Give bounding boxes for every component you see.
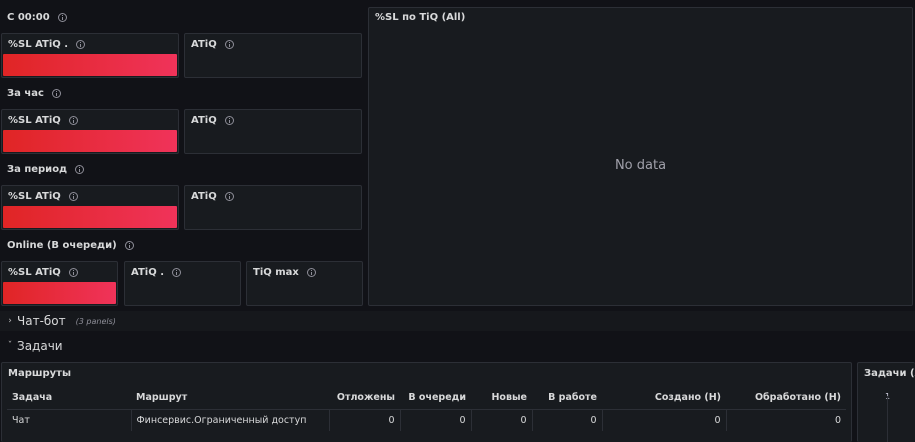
panel-title: %SL по TiQ (All)	[375, 12, 466, 23]
column-header[interactable]: Обработано (Н)	[726, 387, 846, 410]
column-header[interactable]: Маршрут	[131, 387, 329, 410]
row-title-label: С 00:00	[7, 12, 50, 23]
row-title-since-midnight: С 00:00	[7, 12, 67, 23]
y-axis-line	[887, 396, 888, 442]
table-cell: 0	[329, 409, 401, 431]
info-icon[interactable]	[57, 13, 67, 22]
table-panel-routes[interactable]: Маршруты Задача Маршрут Отложены В очере…	[1, 362, 852, 442]
stat-panel-atiq-2[interactable]: ATiQ	[184, 109, 362, 154]
panel-title: Задачи (All)	[864, 368, 915, 379]
info-icon[interactable]	[68, 116, 78, 125]
section-chatbot[interactable]: › Чат-бот (3 panels)	[0, 311, 915, 331]
row-title-label: За период	[7, 164, 68, 175]
info-icon[interactable]	[68, 268, 78, 277]
info-icon[interactable]	[124, 241, 134, 250]
chevron-down-icon[interactable]: ˇ	[5, 341, 15, 351]
row-title-online: Online (В очереди)	[7, 240, 134, 251]
column-header[interactable]: Создано (Н)	[602, 387, 726, 410]
chevron-right-icon[interactable]: ›	[5, 316, 15, 326]
stat-panel-sl-atiq-3[interactable]: %SL ATiQ	[1, 185, 179, 230]
column-header[interactable]: В работе	[532, 387, 602, 410]
table-row[interactable]: Чат Финсервис.Ограниченный доступ 0 0 0 …	[7, 409, 846, 431]
table-cell: 0	[471, 409, 533, 431]
gauge-bar	[3, 206, 177, 228]
info-icon[interactable]	[51, 89, 61, 98]
column-header[interactable]: Задача	[7, 387, 131, 410]
section-title: Чат-бот	[17, 314, 66, 328]
panel-title: TiQ max	[253, 267, 299, 278]
panel-title: ATiQ	[191, 115, 217, 126]
gauge-bar	[3, 130, 177, 152]
row-title-per-period: За период	[7, 164, 85, 175]
no-data-message: No data	[614, 158, 667, 173]
table-cell: 0	[400, 409, 472, 431]
stat-panel-tiq-max[interactable]: TiQ max	[246, 261, 363, 306]
table-cell: 0	[602, 409, 727, 431]
row-title-label: Online (В очереди)	[7, 240, 117, 251]
info-icon[interactable]	[224, 116, 234, 125]
panel-title: %SL ATiQ	[8, 191, 61, 202]
info-icon[interactable]	[224, 192, 234, 201]
stat-panel-sl-atiq-4[interactable]: %SL ATiQ	[1, 261, 118, 306]
info-icon[interactable]	[306, 268, 316, 277]
routes-table: Задача Маршрут Отложены В очереди Новые …	[7, 387, 846, 431]
chart-panel-tasks-all[interactable]: Задачи (All) 1	[857, 362, 915, 442]
info-icon[interactable]	[224, 40, 234, 49]
table-cell: 0	[532, 409, 603, 431]
row-title-label: За час	[7, 88, 44, 99]
stat-panel-atiq-3[interactable]: ATiQ	[184, 185, 362, 230]
chart-panel-sl-tiq[interactable]: %SL по TiQ (All) No data	[368, 7, 913, 306]
column-header[interactable]: В очереди	[400, 387, 471, 410]
table-cell: Финсервис.Ограниченный доступ	[131, 409, 330, 431]
stat-panel-atiq-4[interactable]: ATiQ .	[124, 261, 241, 306]
info-icon[interactable]	[76, 40, 86, 49]
gauge-bar	[3, 54, 177, 76]
table-cell: Чат	[7, 409, 132, 431]
section-panel-count: (3 panels)	[75, 316, 116, 326]
panel-title: ATiQ	[191, 191, 217, 202]
info-icon[interactable]	[75, 165, 85, 174]
stat-panel-sl-atiq-2[interactable]: %SL ATiQ	[1, 109, 179, 154]
info-icon[interactable]	[172, 268, 181, 277]
section-tasks[interactable]: ˇ Задачи	[0, 336, 915, 356]
panel-title: %SL ATiQ .	[8, 39, 69, 50]
column-header[interactable]: Отложены	[329, 387, 400, 410]
column-header[interactable]: Новые	[471, 387, 532, 410]
table-header-row: Задача Маршрут Отложены В очереди Новые …	[7, 387, 846, 410]
gauge-bar	[3, 282, 116, 304]
table-cell: 0	[834, 414, 841, 426]
stat-panel-atiq-1[interactable]: ATiQ	[184, 33, 362, 78]
stat-panel-sl-atiq-1[interactable]: %SL ATiQ .	[1, 33, 179, 78]
panel-title: ATiQ .	[131, 267, 164, 278]
section-title: Задачи	[17, 339, 63, 353]
panel-title: ATiQ	[191, 39, 217, 50]
info-icon[interactable]	[68, 192, 78, 201]
panel-title: %SL ATiQ	[8, 115, 61, 126]
panel-title: %SL ATiQ	[8, 267, 61, 278]
panel-title: Маршруты	[8, 368, 71, 379]
row-title-per-hour: За час	[7, 88, 61, 99]
